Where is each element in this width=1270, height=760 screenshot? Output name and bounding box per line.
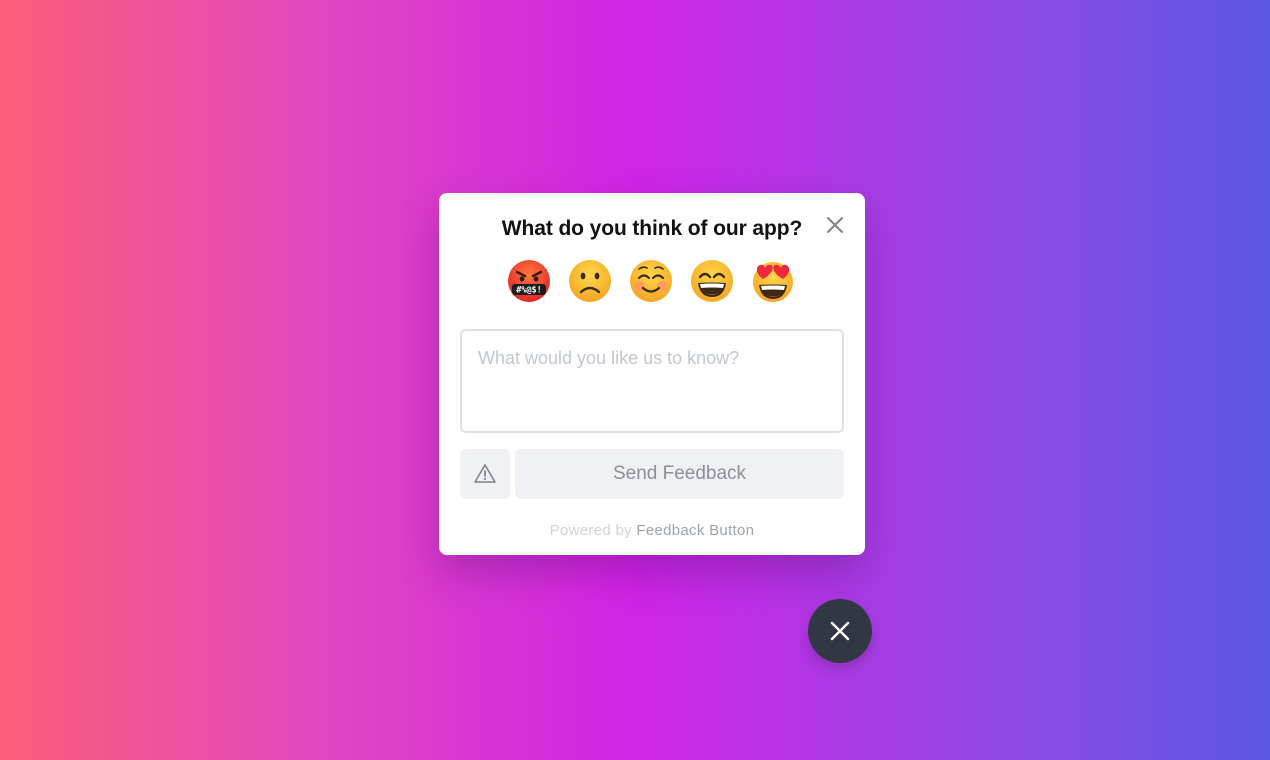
powered-by-footer: Powered by Feedback Button [439,522,865,539]
rating-emoji-row: #%@$! [507,259,800,303]
svg-text:#%@$!: #%@$! [516,286,542,296]
angry-face-with-symbols-icon[interactable]: #%@$! [507,259,551,303]
close-icon[interactable] [825,215,845,235]
frowning-face-icon[interactable] [568,259,612,303]
powered-by-label: Powered by [549,522,637,539]
feedback-button-link[interactable]: Feedback Button [636,522,754,539]
toggle-feedback-fab[interactable] [808,599,872,663]
feedback-dialog: What do you think of our app? #%@$! What… [439,193,865,555]
feedback-textarea[interactable] [460,329,844,433]
grinning-face-icon[interactable] [690,259,734,303]
warning-triangle-icon [474,464,496,483]
dialog-title: What do you think of our app? [501,217,803,240]
close-icon [830,621,850,641]
heart-eyes-face-icon[interactable] [751,259,795,303]
smiling-face-icon[interactable] [629,259,673,303]
send-feedback-button[interactable]: Send Feedback [515,449,844,499]
report-issue-button[interactable] [460,449,510,499]
